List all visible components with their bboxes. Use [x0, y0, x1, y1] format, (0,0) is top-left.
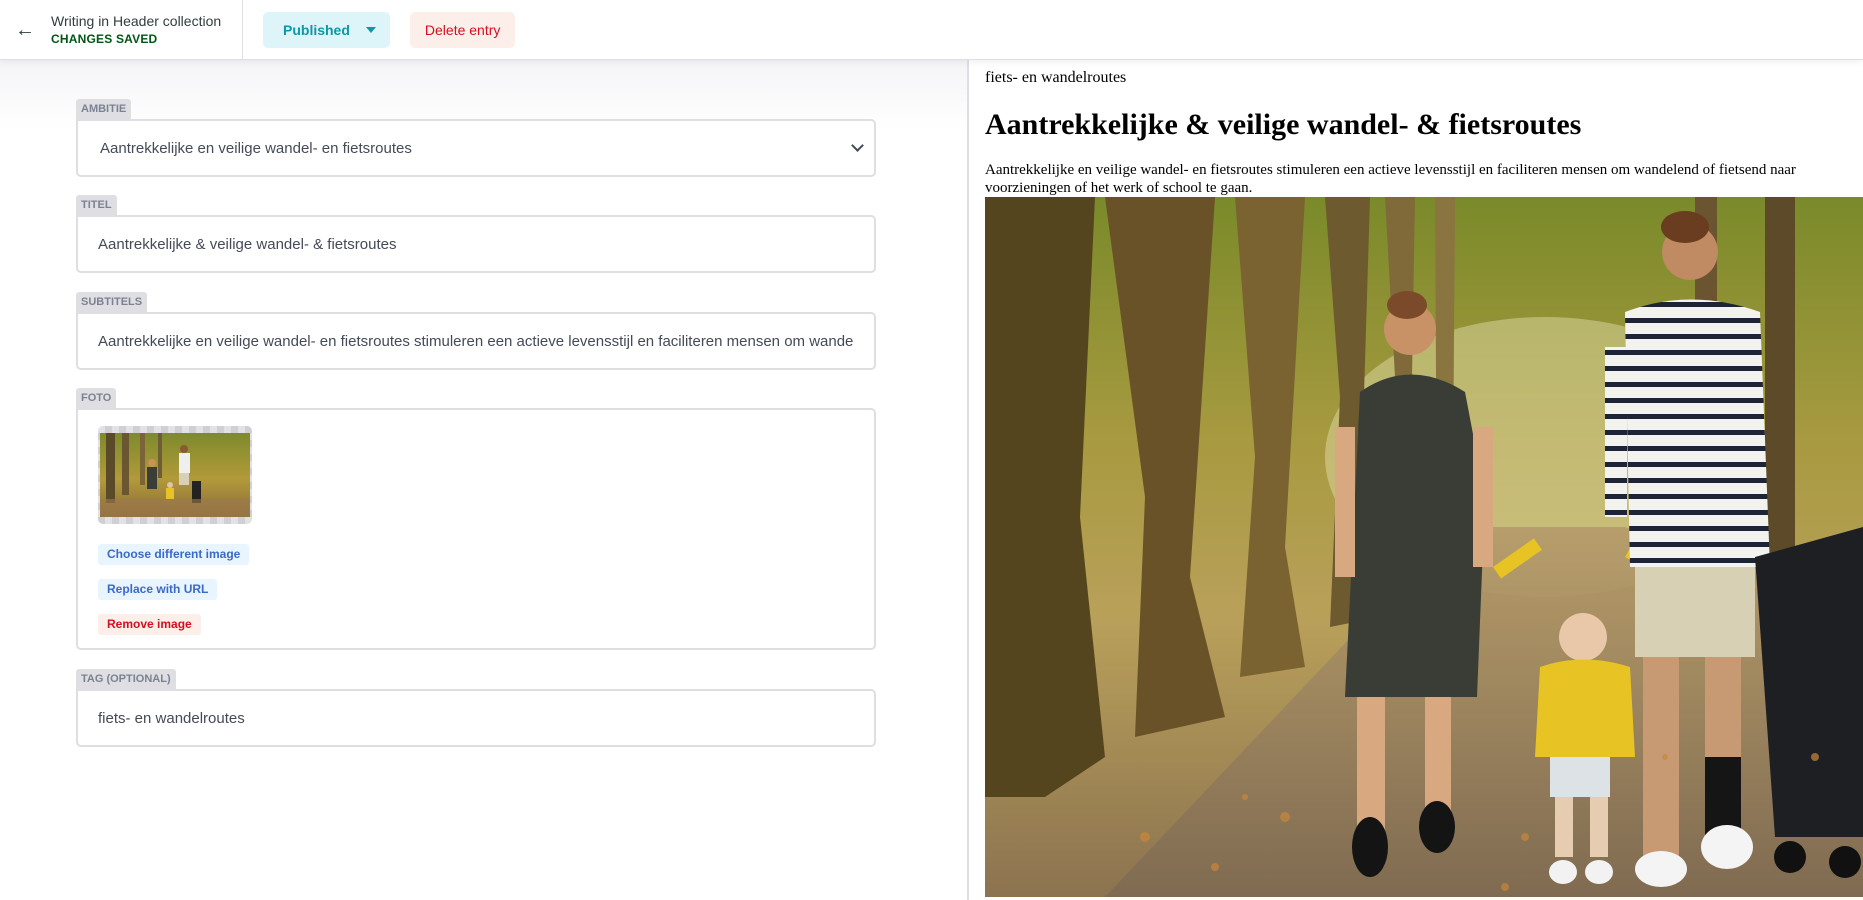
field-label-titel: TITEL [76, 195, 117, 215]
arrow-left-icon[interactable]: ← [15, 20, 35, 40]
foto-widget: Choose different image Replace with URL … [76, 408, 876, 650]
field-subtitels: SUBTITELS Aantrekkelijke en veilige wand… [76, 292, 876, 370]
collection-info: Writing in Header collection CHANGES SAV… [51, 12, 221, 48]
back-to-collection[interactable]: ← Writing in Header collection CHANGES S… [0, 0, 243, 60]
tag-input[interactable]: fiets- en wandelroutes [76, 689, 876, 747]
field-label-foto: FOTO [76, 388, 117, 408]
field-ambitie: AMBITIE Aantrekkelijke en veilige wandel… [76, 99, 876, 177]
photo-thumbnail-image [100, 433, 250, 517]
preview-subtitle: Aantrekkelijke en veilige wandel- en fie… [985, 162, 1796, 196]
preview-photo [985, 197, 1863, 897]
editor-pane: AMBITIE Aantrekkelijke en veilige wandel… [0, 60, 967, 900]
delete-entry-button[interactable]: Delete entry [409, 11, 516, 48]
save-status: CHANGES SAVED [51, 31, 158, 46]
remove-image-button[interactable]: Remove image [98, 614, 201, 635]
publish-status-dropdown[interactable]: Published [263, 11, 390, 48]
replace-with-url-button[interactable]: Replace with URL [98, 579, 218, 600]
field-label-tag: TAG (OPTIONAL) [76, 669, 176, 689]
ambitie-selected-value: Aantrekkelijke en veilige wandel- en fie… [100, 139, 412, 157]
field-tag: TAG (OPTIONAL) fiets- en wandelroutes [76, 669, 876, 747]
ambitie-select[interactable]: Aantrekkelijke en veilige wandel- en fie… [76, 119, 876, 177]
chevron-down-icon [851, 139, 864, 152]
caret-down-icon [365, 26, 376, 33]
publish-status-label: Published [283, 21, 350, 38]
preview-title: Aantrekkelijke & veilige wandel- & fiets… [985, 108, 1582, 141]
preview-pane: fiets- en wandelroutes Aantrekkelijke & … [969, 60, 1863, 900]
field-foto: FOTO Choose different image Replace with… [76, 388, 876, 650]
choose-different-image-button[interactable]: Choose different image [98, 544, 250, 565]
titel-input[interactable]: Aantrekkelijke & veilige wandel- & fiets… [76, 215, 876, 273]
collection-title: Writing in Header collection [51, 12, 222, 29]
subtitels-input[interactable]: Aantrekkelijke en veilige wandel- en fie… [76, 312, 876, 370]
field-label-ambitie: AMBITIE [76, 99, 132, 119]
image-thumbnail [98, 426, 252, 524]
preview-tag: fiets- en wandelroutes [985, 69, 1127, 86]
field-label-subtitels: SUBTITELS [76, 292, 148, 312]
field-titel: TITEL Aantrekkelijke & veilige wandel- &… [76, 195, 876, 273]
editor-toolbar: ← Writing in Header collection CHANGES S… [0, 0, 1863, 60]
